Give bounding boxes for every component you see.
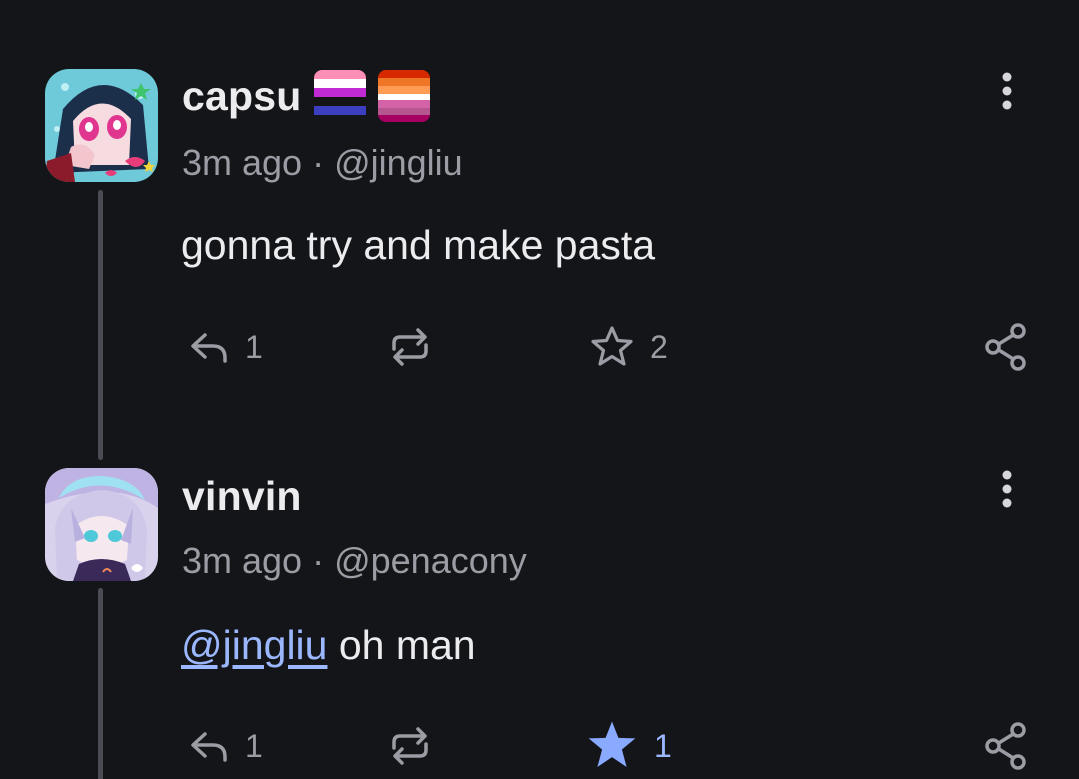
favorite-count: 2 [650, 328, 668, 365]
repost-button[interactable] [386, 317, 434, 377]
reply-icon [191, 333, 227, 363]
reply-button[interactable]: 1 [187, 716, 263, 776]
handle[interactable]: @jingliu [334, 142, 463, 183]
repost-icon [392, 328, 428, 366]
more-vertical-icon [1002, 470, 1012, 508]
post-body: gonna try and make pasta [181, 222, 655, 269]
favorite-button[interactable]: 2 [588, 317, 668, 377]
avatar[interactable] [45, 468, 158, 581]
share-icon [985, 323, 1026, 371]
author-row: capsu [182, 66, 430, 126]
repost-icon [392, 727, 428, 765]
action-bar: 1 1 [0, 716, 1079, 776]
share-icon [985, 722, 1026, 770]
post-meta: 3m ago · @jingliu [182, 142, 463, 184]
more-options-button[interactable] [985, 459, 1029, 519]
post-body: @jingliu oh man [181, 622, 476, 669]
author-row: vinvin [182, 468, 302, 524]
action-bar: 1 2 [0, 317, 1079, 377]
favorite-button[interactable]: 1 [584, 716, 672, 776]
mention-link[interactable]: @jingliu [181, 622, 327, 668]
timestamp: 3m ago [182, 540, 303, 581]
handle[interactable]: @penacony [334, 540, 527, 581]
reply-button[interactable]: 1 [187, 317, 263, 377]
share-button[interactable] [982, 317, 1030, 377]
reply-count: 1 [245, 328, 263, 365]
meta-separator: · [312, 142, 325, 183]
reply-count: 1 [245, 727, 263, 764]
meta-separator: · [312, 540, 325, 581]
display-name[interactable]: capsu [182, 73, 302, 120]
post-vinvin[interactable]: vinvin 3m ago · @penacony @jingliu oh man … [0, 398, 1079, 779]
timestamp: 3m ago [182, 142, 303, 183]
star-outline-icon [591, 326, 633, 366]
repost-button[interactable] [386, 716, 434, 776]
more-vertical-icon [1002, 72, 1012, 110]
reply-icon [191, 732, 227, 762]
lesbian-flag [377, 70, 430, 122]
post-capsu[interactable]: capsu 3m ago · @jingliu gonna try and ma… [0, 0, 1079, 460]
share-button[interactable] [982, 716, 1030, 776]
more-options-button[interactable] [985, 61, 1029, 121]
body-text: gonna try and make pasta [181, 222, 656, 268]
favorite-count: 1 [654, 727, 672, 764]
avatar[interactable] [45, 69, 158, 182]
body-text: oh man [327, 622, 476, 668]
feed: capsu 3m ago · @jingliu gonna try and ma… [0, 0, 1079, 779]
star-filled-icon [588, 721, 636, 767]
display-name[interactable]: vinvin [182, 473, 302, 520]
genderfluid-flag [313, 70, 366, 122]
post-meta: 3m ago · @penacony [182, 540, 527, 582]
